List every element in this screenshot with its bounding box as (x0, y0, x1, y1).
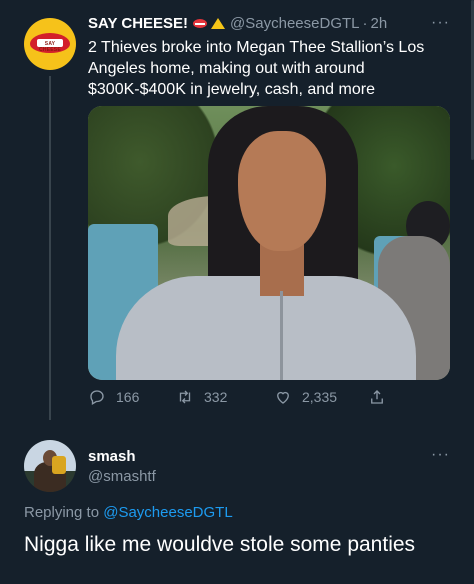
replying-to-label: Replying to (24, 504, 100, 521)
reply-button[interactable]: 166 (88, 388, 139, 406)
thread-connector-line (49, 76, 51, 420)
reply-text: Nigga like me wouldve stole some panties (24, 533, 416, 556)
like-count: 2,335 (302, 389, 338, 405)
tweet-timestamp[interactable]: 2h (371, 15, 388, 32)
author-name[interactable]: SAY CHEESE! (88, 15, 188, 32)
reply-count: 166 (116, 389, 140, 405)
reply-more-options-icon[interactable]: ··· (431, 446, 450, 464)
reply-author-avatar[interactable] (24, 440, 76, 492)
cheese-emoji-icon (211, 18, 226, 29)
share-button[interactable] (368, 388, 396, 406)
avatar-brand-text: SAY CHEESE (39, 41, 61, 53)
author-avatar[interactable]: SAY CHEESE (24, 18, 76, 70)
tweet-photo[interactable] (88, 106, 450, 380)
like-button[interactable]: 2,335 (274, 388, 337, 406)
heart-icon (277, 391, 289, 404)
reply-author-handle[interactable]: @smashtf (88, 468, 156, 485)
more-options-icon[interactable]: ··· (431, 14, 450, 32)
retweet-icon (179, 390, 191, 404)
replying-to-mention[interactable]: @SaycheeseDGTL (103, 504, 232, 521)
separator-dot: · (362, 15, 368, 32)
retweet-button[interactable]: 332 (176, 388, 227, 406)
tweet-header: SAY CHEESE! @SaycheeseDGTL · 2h (88, 15, 434, 32)
tweet-text: 2 Thieves broke into Megan Thee Stallion… (88, 39, 425, 98)
replying-to-line: Replying to @SaycheeseDGTL (24, 504, 233, 521)
share-icon (371, 390, 383, 404)
reply-icon (90, 390, 104, 405)
retweet-count: 332 (204, 389, 228, 405)
reply-author-name[interactable]: smash (88, 448, 136, 465)
tweet-actions: 166 332 2,335 (88, 388, 418, 412)
author-handle[interactable]: @SaycheeseDGTL (230, 15, 359, 32)
lips-emoji-icon (193, 19, 208, 28)
tweet-thread: SAY CHEESE SAY CHEESE! @SaycheeseDGTL · … (0, 0, 474, 584)
